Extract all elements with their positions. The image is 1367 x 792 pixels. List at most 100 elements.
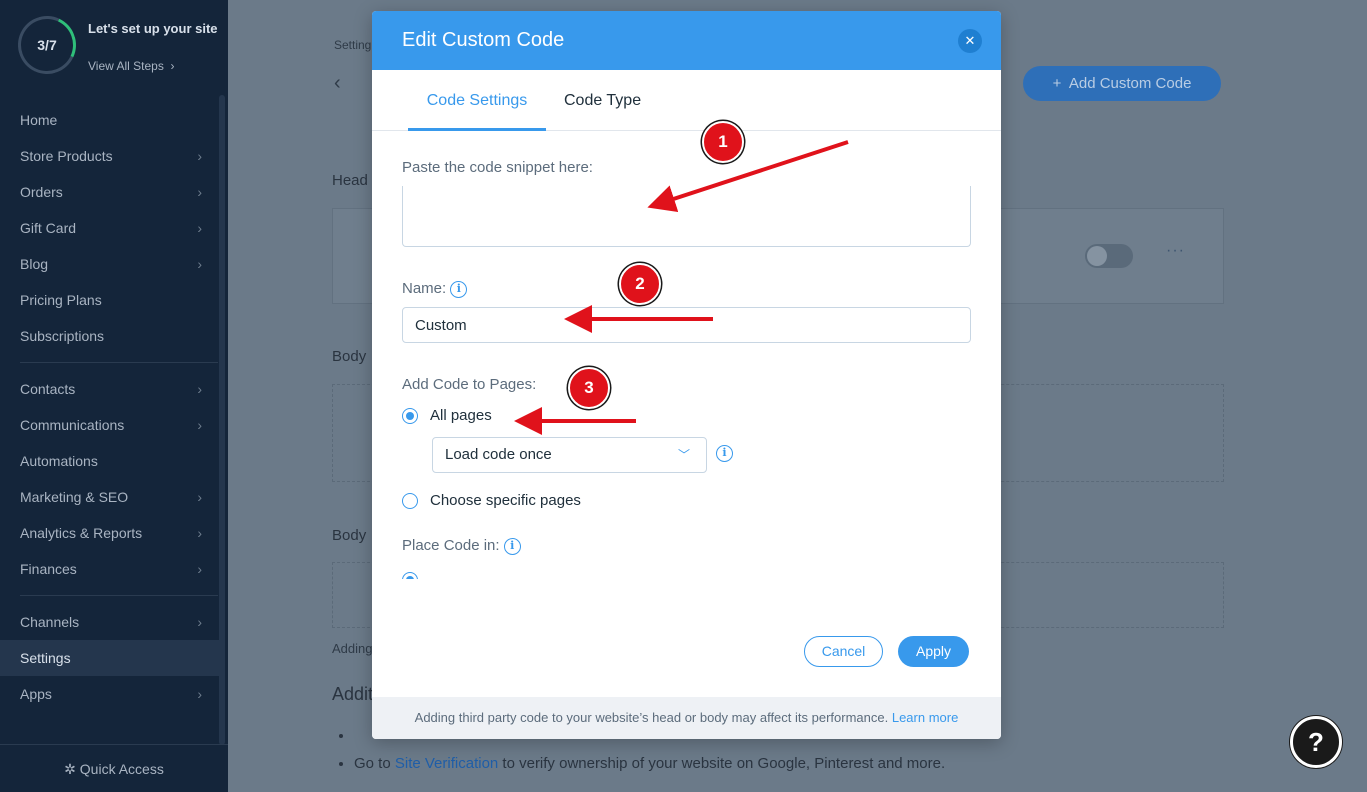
place-code-label: Place Code in: [402, 537, 500, 554]
pages-label: Add Code to Pages: [402, 376, 537, 393]
dialog-footer-note: Adding third party code to your website’… [372, 697, 1001, 739]
sidebar-scrollbar[interactable] [219, 95, 225, 745]
sidebar-item-label: Automations [20, 453, 98, 469]
sidebar-item-communications[interactable]: Communications › [0, 407, 220, 443]
chevron-right-icon: › [167, 59, 175, 73]
sidebar-item-subscriptions[interactable]: Subscriptions [0, 318, 220, 354]
sidebar-item-settings[interactable]: Settings [0, 640, 220, 676]
body-start-section-label: Body [332, 348, 367, 365]
chevron-right-icon: › [197, 614, 202, 630]
chevron-down-icon: ﹀ [677, 448, 690, 462]
tab-code-settings[interactable]: Code Settings [408, 70, 546, 131]
sidebar-item-label: Store Products [20, 148, 113, 164]
sidebar-nav: Home Store Products › Orders › Gift Card › … [0, 102, 220, 712]
quick-access-button[interactable]: ✲ Quick Access [0, 744, 228, 792]
sidebar-item-marketing-seo[interactable]: Marketing & SEO › [0, 479, 220, 515]
sidebar-item-finances[interactable]: Finances › [0, 551, 220, 587]
annotation-badge-2: 2 [619, 263, 661, 305]
sidebar-item-label: Communications [20, 417, 125, 433]
sidebar-item-label: Settings [20, 650, 71, 666]
name-label: Name: [402, 280, 447, 297]
chevron-right-icon: › [197, 148, 202, 164]
sidebar-item-label: Apps [20, 686, 52, 702]
dialog-body[interactable]: Paste the code snippet here: Name: i Add… [372, 131, 1001, 579]
adding-note: Adding [332, 641, 373, 656]
sidebar-item-label: Home [20, 112, 58, 128]
additional-section-title: Additi [332, 684, 378, 704]
place-code-label-row: Place Code in: i [402, 537, 521, 555]
chevron-right-icon: › [197, 561, 202, 577]
info-icon[interactable]: i [716, 445, 733, 462]
info-icon[interactable]: i [503, 537, 521, 555]
sparkle-icon: ✲ [64, 761, 76, 777]
head-section-label: Head [332, 172, 368, 189]
learn-more-link[interactable]: Learn more [892, 710, 958, 725]
code-snippet-textarea[interactable] [402, 186, 971, 247]
sidebar-item-label: Pricing Plans [20, 292, 102, 308]
quick-access-label: Quick Access [79, 761, 164, 777]
site-verification-link[interactable]: Site Verification [395, 755, 498, 772]
chevron-right-icon: › [197, 184, 202, 200]
sidebar-item-store-products[interactable]: Store Products › [0, 138, 220, 174]
chevron-right-icon: › [197, 417, 202, 433]
cancel-button[interactable]: Cancel [804, 636, 883, 667]
setup-progress[interactable]: 3/7 Let's set up your site View All Step… [9, 7, 218, 83]
plus-icon: + [1052, 75, 1066, 92]
sidebar-item-label: Analytics & Reports [20, 525, 143, 541]
body-end-section-label: Body [332, 527, 367, 544]
name-label-row: Name: i [402, 280, 468, 298]
sidebar-item-orders[interactable]: Orders › [0, 174, 220, 210]
view-all-steps-label: View All Steps [88, 59, 164, 73]
chevron-right-icon: › [197, 220, 202, 236]
info-icon[interactable]: i [450, 280, 468, 298]
specific-pages-radio[interactable] [402, 493, 418, 509]
chevron-right-icon: › [197, 686, 202, 702]
sidebar-item-pricing-plans[interactable]: Pricing Plans [0, 282, 220, 318]
edit-custom-code-dialog: Edit Custom Code ✕ Code Settings Code Ty… [372, 11, 1001, 739]
chevron-right-icon: › [197, 525, 202, 541]
sidebar-item-label: Gift Card [20, 220, 77, 236]
sidebar-item-automations[interactable]: Automations [0, 443, 220, 479]
annotation-badge-1: 1 [702, 121, 744, 163]
sidebar-item-channels[interactable]: Channels › [0, 604, 220, 640]
dialog-title: Edit Custom Code [402, 29, 565, 51]
name-input[interactable] [402, 307, 971, 343]
add-custom-code-button[interactable]: + Add Custom Code [1023, 66, 1221, 101]
sidebar-divider [20, 362, 218, 363]
dialog-tabs: Code Settings Code Type [372, 70, 1001, 131]
apply-button[interactable]: Apply [898, 636, 969, 667]
chevron-right-icon: › [197, 256, 202, 272]
footer-note-text: Adding third party code to your website’… [414, 710, 889, 725]
bullet-text: to verify ownership of your website on G… [502, 755, 946, 772]
breadcrumb[interactable]: Setting [334, 38, 371, 52]
snippet-label: Paste the code snippet here: [402, 159, 593, 176]
bullet-text: Go to [354, 755, 391, 772]
sidebar-item-label: Channels [20, 614, 80, 630]
sidebar-item-home[interactable]: Home [0, 102, 220, 138]
all-pages-label: All pages [430, 407, 492, 424]
help-button[interactable]: ? [1290, 716, 1342, 768]
view-all-steps-link[interactable]: View All Steps › [88, 59, 175, 73]
code-toggle[interactable] [1085, 244, 1133, 268]
specific-pages-label: Choose specific pages [430, 492, 581, 509]
dialog-actions: Cancel Apply [372, 636, 1001, 668]
close-icon[interactable]: ✕ [958, 29, 982, 53]
sidebar-item-label: Contacts [20, 381, 76, 397]
sidebar-item-label: Orders [20, 184, 63, 200]
sidebar-item-apps[interactable]: Apps › [0, 676, 220, 712]
back-arrow-icon[interactable]: ‹ [334, 72, 341, 95]
load-code-select[interactable]: Load code once ﹀ [432, 437, 707, 473]
tab-code-type[interactable]: Code Type [564, 70, 641, 131]
sidebar-item-gift-card[interactable]: Gift Card › [0, 210, 220, 246]
add-custom-code-label: Add Custom Code [1068, 75, 1192, 92]
more-options-icon[interactable]: ··· [1166, 242, 1185, 260]
sidebar-divider [20, 595, 218, 596]
head-radio[interactable] [402, 572, 418, 579]
sidebar-item-analytics-reports[interactable]: Analytics & Reports › [0, 515, 220, 551]
sidebar-item-label: Blog [20, 256, 49, 272]
sidebar-item-contacts[interactable]: Contacts › [0, 371, 220, 407]
all-pages-radio[interactable] [402, 408, 418, 424]
sidebar: 3/7 Let's set up your site View All Step… [0, 0, 228, 792]
chevron-right-icon: › [197, 381, 202, 397]
sidebar-item-blog[interactable]: Blog › [0, 246, 220, 282]
